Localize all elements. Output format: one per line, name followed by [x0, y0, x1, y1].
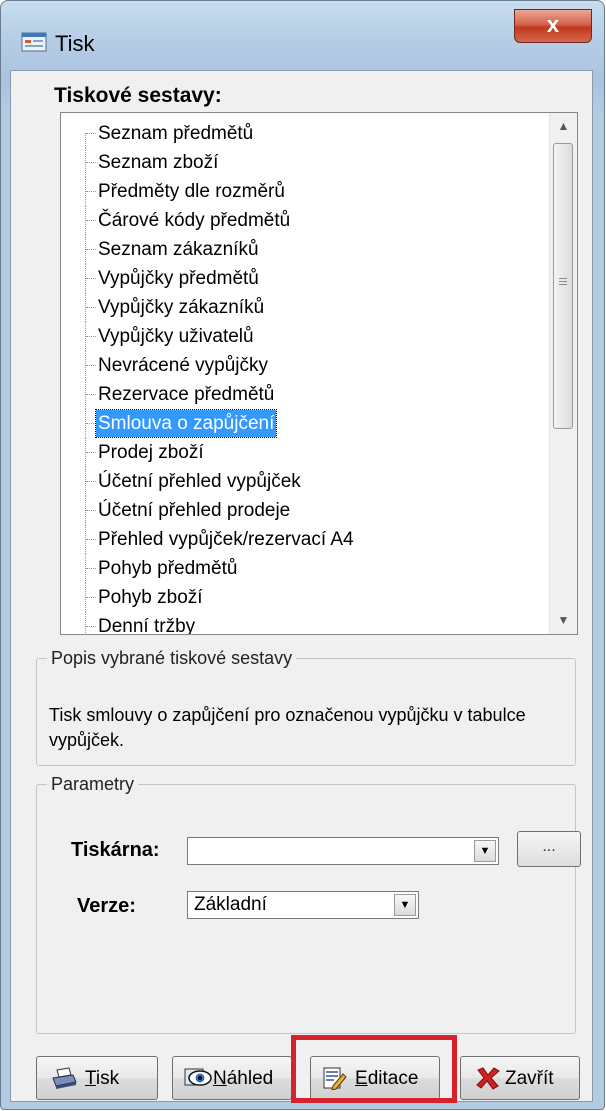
description-text: Tisk smlouvy o zapůjčení pro označenou v…: [49, 705, 526, 750]
tree-item[interactable]: Pohyb předmětů: [61, 554, 541, 583]
tree-item-label: Seznam předmětů: [98, 123, 254, 144]
tree-connector-line: [86, 539, 96, 540]
tree-connector-line: [86, 133, 96, 134]
tree-connector-line: [86, 452, 96, 453]
version-label: Verze:: [77, 895, 136, 917]
tree-item[interactable]: Vypůjčky předmětů: [61, 264, 541, 293]
tree-connector-line: [86, 481, 96, 482]
tree-item[interactable]: Předměty dle rozměrů: [61, 177, 541, 206]
tree-item[interactable]: Seznam předmětů: [61, 119, 541, 148]
parameters-legend: Parametry: [51, 774, 135, 794]
tree-item[interactable]: Účetní přehled prodeje: [61, 496, 541, 525]
tree-item-label: Seznam zákazníků: [98, 239, 259, 260]
tree-connector-line: [86, 278, 96, 279]
browse-printer-button[interactable]: ...: [517, 831, 581, 867]
tree-item-label: Nevrácené vypůjčky: [98, 355, 269, 376]
edit-button[interactable]: Editace: [310, 1056, 440, 1100]
preview-eye-icon: [184, 1068, 212, 1086]
printer-select[interactable]: ▼: [187, 837, 499, 865]
close-button[interactable]: Zavřít: [460, 1056, 580, 1100]
tree-connector-line: [86, 162, 96, 163]
tree-connector-line: [86, 423, 96, 424]
close-icon: x: [546, 12, 560, 37]
tree-connector-line: [86, 249, 96, 250]
close-window-button[interactable]: x: [514, 9, 592, 43]
tree-connector-line: [86, 220, 96, 221]
reports-label: Tiskové sestavy:: [54, 84, 222, 107]
tree-item[interactable]: Vypůjčky zákazníků: [61, 293, 541, 322]
tree-item-label: Vypůjčky předmětů: [98, 268, 259, 289]
tree-item-label: Pohyb zboží: [98, 587, 203, 608]
tree-item-label: Účetní přehled prodeje: [98, 500, 291, 521]
tree-item[interactable]: Vypůjčky uživatelů: [61, 322, 541, 351]
tree-item[interactable]: Smlouva o zapůjčení: [61, 409, 541, 438]
tree-item-label: Přehled vypůjček/rezervací A4: [98, 529, 354, 550]
tree-connector-line: [86, 191, 96, 192]
description-legend: Popis vybrané tiskové sestavy: [51, 648, 293, 668]
tree-connector-line: [86, 307, 96, 308]
tree-connector-line: [86, 394, 96, 395]
preview-button-label: Náhled: [213, 1068, 274, 1089]
description-group: Popis vybrané tiskové sestavy Tisk smlou…: [36, 648, 576, 766]
tree-item-label: Denní tržby: [98, 616, 196, 635]
reports-tree[interactable]: Seznam předmětů Seznam zboží Předměty dle …: [60, 112, 578, 635]
tree-connector-line: [85, 612, 86, 634]
window-title: Tisk: [55, 31, 95, 56]
tree-item[interactable]: Seznam zákazníků: [61, 235, 541, 264]
vertical-scrollbar[interactable]: ▲ ▼: [549, 113, 577, 634]
tree-item[interactable]: Prodej zboží: [61, 438, 541, 467]
tree-connector-line: [85, 133, 86, 148]
preview-button[interactable]: Náhled: [172, 1056, 292, 1100]
print-button-label: Tisk: [85, 1068, 120, 1089]
version-select[interactable]: Základní ▼: [187, 891, 419, 919]
printer-icon: [52, 1067, 77, 1089]
tree-item-label: Čárové kódy předmětů: [98, 210, 291, 231]
chevron-down-icon[interactable]: ▼: [394, 894, 416, 916]
tree-connector-line: [86, 626, 96, 627]
close-button-label: Zavřít: [505, 1068, 554, 1089]
edit-button-label: Editace: [355, 1068, 419, 1089]
tree-item[interactable]: Účetní přehled vypůjček: [61, 467, 541, 496]
parameters-group: Parametry Tiskárna: ▼ ... Verze: Základn…: [36, 774, 581, 1034]
tree-item-label: Rezervace předmětů: [98, 384, 275, 405]
tree-item-label: Vypůjčky uživatelů: [98, 326, 254, 347]
tree-connector-line: [86, 365, 96, 366]
tree-item-label: Seznam zboží: [98, 152, 219, 173]
tree-item[interactable]: Rezervace předmětů: [61, 380, 541, 409]
edit-report-icon: [323, 1067, 347, 1090]
tree-item[interactable]: Čárové kódy předmětů: [61, 206, 541, 235]
tree-item[interactable]: Denní tržby: [61, 612, 541, 635]
scroll-down-arrow-icon[interactable]: ▼: [550, 607, 577, 634]
tree-connector-line: [86, 336, 96, 337]
close-x-icon: [476, 1067, 500, 1090]
tree-item[interactable]: Pohyb zboží: [61, 583, 541, 612]
tree-connector-line: [86, 510, 96, 511]
tree-item-label: Pohyb předmětů: [98, 558, 238, 579]
tree-item[interactable]: Nevrácené vypůjčky: [61, 351, 541, 380]
print-button[interactable]: Tisk: [36, 1056, 158, 1100]
tree-connector-line: [86, 568, 96, 569]
chevron-down-icon[interactable]: ▼: [474, 840, 496, 862]
tree-connector-line: [86, 597, 96, 598]
tree-item[interactable]: Seznam zboží: [61, 148, 541, 177]
tree-item[interactable]: Přehled vypůjček/rezervací A4: [61, 525, 541, 554]
tree-item-label: Předměty dle rozměrů: [98, 181, 285, 202]
title-bar[interactable]: Tisk x: [1, 1, 604, 71]
tree-item-label: Prodej zboží: [98, 442, 204, 463]
printer-label: Tiskárna:: [71, 839, 160, 861]
tree-item-label: Účetní přehled vypůjček: [98, 471, 301, 492]
scroll-up-arrow-icon[interactable]: ▲: [550, 113, 577, 140]
reports-tree-items: Seznam předmětů Seznam zboží Předměty dle …: [61, 113, 548, 634]
scroll-grip-icon: [559, 278, 567, 286]
tree-item-label: Smlouva o zapůjčení: [94, 409, 278, 438]
version-value: Základní: [194, 894, 267, 915]
tree-item-label: Vypůjčky zákazníků: [98, 297, 265, 318]
app-window-icon: [21, 32, 47, 52]
scroll-thumb[interactable]: [553, 143, 573, 429]
